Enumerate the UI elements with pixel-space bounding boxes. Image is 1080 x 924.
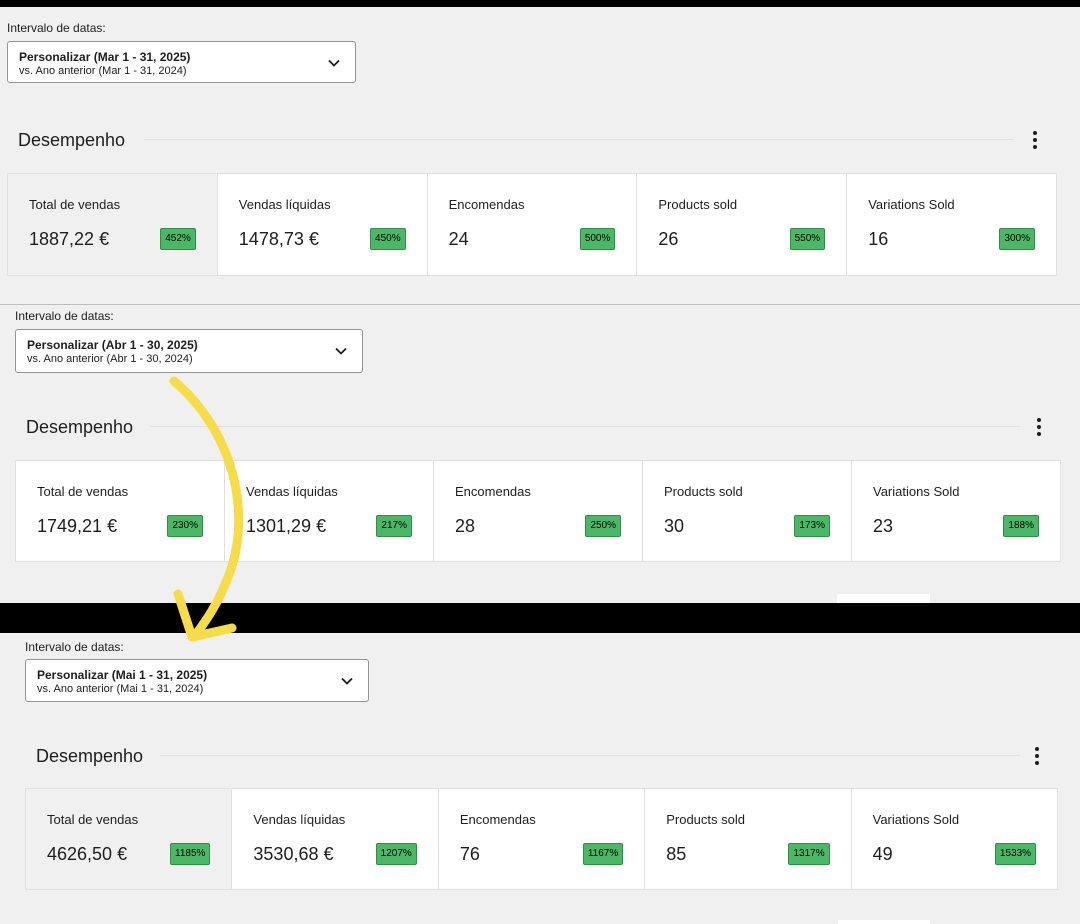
date-range-select[interactable]: Personalizar (Abr 1 - 30, 2025) vs. Ano … <box>15 329 363 373</box>
card-label: Total de vendas <box>37 484 129 499</box>
card-total-sales[interactable]: Total de vendas 1749,21 € 230% <box>16 461 225 561</box>
card-orders[interactable]: Encomendas 76 1167% <box>438 789 646 889</box>
change-badge: 300% <box>999 228 1035 250</box>
date-range-selected: Personalizar (Abr 1 - 30, 2025) <box>27 338 198 352</box>
change-badge: 173% <box>794 515 830 537</box>
card-value: 23 <box>873 516 894 536</box>
change-badge: 217% <box>376 515 412 537</box>
card-label: Products sold <box>666 812 745 827</box>
card-variations-sold[interactable]: Variations Sold 49 1533% <box>851 789 1058 889</box>
change-badge: 250% <box>585 515 621 537</box>
date-range-compare: vs. Ano anterior (Abr 1 - 30, 2024) <box>27 353 193 365</box>
change-badge: 452% <box>160 228 196 250</box>
change-badge: 188% <box>1003 515 1039 537</box>
change-badge: 1207% <box>375 843 417 865</box>
card-products-sold[interactable]: Products sold 85 1317% <box>645 789 852 889</box>
performance-cards: Total de vendas 1887,22 € 452% Vendas lí… <box>7 173 1057 276</box>
date-range-selected: Personalizar (Mar 1 - 31, 2025) <box>19 50 191 64</box>
date-range-label: Intervalo de datas: <box>15 309 114 323</box>
cropped-element <box>838 920 930 924</box>
card-variations-sold[interactable]: Variations Sold 23 188% <box>852 461 1060 561</box>
card-value: 3530,68 € <box>253 844 334 864</box>
card-label: Encomendas <box>459 812 536 827</box>
card-value: 16 <box>868 229 889 249</box>
card-value: 24 <box>448 229 469 249</box>
card-label: Encomendas <box>448 197 525 212</box>
date-range-compare: vs. Ano anterior (Mai 1 - 31, 2024) <box>37 683 204 695</box>
panel-april: Intervalo de datas: Personalizar (Abr 1 … <box>0 305 1080 603</box>
card-variations-sold[interactable]: Variations Sold 16 300% <box>847 174 1056 275</box>
date-range-label: Intervalo de datas: <box>25 640 124 654</box>
card-value: 4626,50 € <box>47 844 128 864</box>
card-value: 1887,22 € <box>29 229 110 249</box>
date-range-compare: vs. Ano anterior (Mar 1 - 31, 2024) <box>19 65 187 77</box>
middle-black-bar <box>0 603 1080 633</box>
section-divider <box>150 426 1020 427</box>
section-title: Desempenho <box>36 746 144 766</box>
card-orders[interactable]: Encomendas 28 250% <box>434 461 643 561</box>
chevron-down-icon <box>328 59 340 67</box>
section-title: Desempenho <box>18 130 126 150</box>
change-badge: 230% <box>167 515 203 537</box>
panel-march: Intervalo de datas: Personalizar (Mar 1 … <box>0 0 1080 304</box>
performance-cards: Total de vendas 4626,50 € 1185% Vendas l… <box>25 788 1058 890</box>
card-label: Variations Sold <box>873 484 960 499</box>
card-label: Vendas líquidas <box>246 484 338 499</box>
change-badge: 550% <box>789 228 826 250</box>
date-range-select[interactable]: Personalizar (Mai 1 - 31, 2025) vs. Ano … <box>25 659 369 702</box>
card-label: Products sold <box>658 197 738 212</box>
kebab-menu-icon[interactable] <box>1032 417 1046 437</box>
card-products-sold[interactable]: Products sold 26 550% <box>637 174 848 275</box>
chevron-down-icon <box>341 677 353 685</box>
card-value: 1478,73 € <box>238 229 319 249</box>
card-value: 76 <box>459 844 480 864</box>
section-divider <box>160 755 1020 756</box>
date-range-label: Intervalo de datas: <box>7 21 106 35</box>
performance-cards: Total de vendas 1749,21 € 230% Vendas lí… <box>15 460 1061 562</box>
card-label: Encomendas <box>455 484 531 499</box>
card-net-sales[interactable]: Vendas líquidas 1301,29 € 217% <box>225 461 434 561</box>
change-badge: 1167% <box>582 843 624 865</box>
change-badge: 500% <box>579 228 616 250</box>
card-products-sold[interactable]: Products sold 30 173% <box>643 461 852 561</box>
card-value: 85 <box>666 844 687 864</box>
card-label: Total de vendas <box>29 197 121 212</box>
cropped-element <box>837 594 930 603</box>
card-value: 1301,29 € <box>246 516 327 536</box>
kebab-menu-icon[interactable] <box>1028 130 1042 150</box>
change-badge: 450% <box>370 228 406 250</box>
card-value: 28 <box>455 516 476 536</box>
change-badge: 1533% <box>994 843 1037 865</box>
section-divider <box>144 139 1014 140</box>
card-label: Variations Sold <box>872 812 960 827</box>
card-orders[interactable]: Encomendas 24 500% <box>427 174 638 275</box>
chevron-down-icon <box>335 347 347 355</box>
card-label: Total de vendas <box>47 812 139 827</box>
card-net-sales[interactable]: Vendas líquidas 1478,73 € 450% <box>217 174 428 275</box>
date-range-select[interactable]: Personalizar (Mar 1 - 31, 2025) vs. Ano … <box>7 41 356 83</box>
card-label: Vendas líquidas <box>253 812 346 827</box>
change-badge: 1185% <box>170 843 211 865</box>
card-value: 49 <box>872 844 893 864</box>
kebab-menu-icon[interactable] <box>1030 746 1044 766</box>
panel-may: Intervalo de datas: Personalizar (Mai 1 … <box>0 633 1080 924</box>
date-range-selected: Personalizar (Mai 1 - 31, 2025) <box>37 668 208 682</box>
card-label: Products sold <box>664 484 743 499</box>
card-value: 26 <box>658 229 679 249</box>
section-title: Desempenho <box>26 417 134 437</box>
card-value: 30 <box>664 516 685 536</box>
card-label: Variations Sold <box>868 197 955 212</box>
card-net-sales[interactable]: Vendas líquidas 3530,68 € 1207% <box>232 789 439 889</box>
change-badge: 1317% <box>788 843 830 865</box>
card-total-sales[interactable]: Total de vendas 4626,50 € 1185% <box>26 789 233 889</box>
card-value: 1749,21 € <box>37 516 118 536</box>
card-total-sales[interactable]: Total de vendas 1887,22 € 452% <box>8 174 218 275</box>
card-label: Vendas líquidas <box>238 197 331 212</box>
